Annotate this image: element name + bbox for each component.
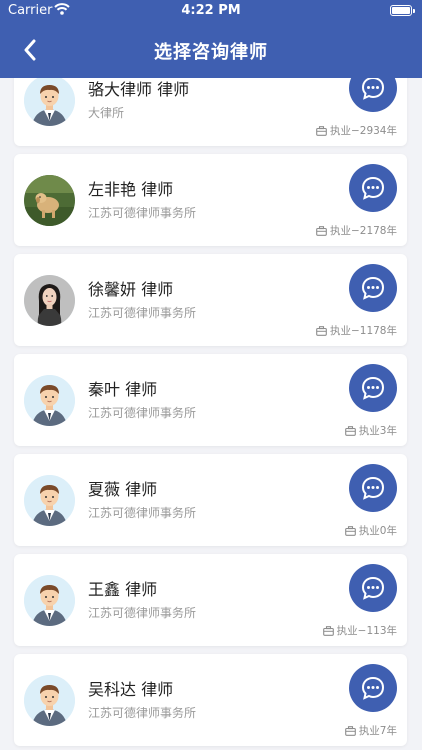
- practice-years: 执业0年: [344, 523, 397, 538]
- lawyer-firm: 大律所: [88, 106, 125, 120]
- lawyer-name: 秦叶 律师: [88, 380, 158, 399]
- lawyer-firm: 江苏可德律师事务所: [88, 406, 197, 420]
- practice-years-label: 执业0年: [358, 525, 397, 537]
- page-title: 选择咨询律师: [154, 42, 268, 63]
- lawyer-firm: 江苏可德律师事务所: [88, 706, 197, 720]
- lawyer-avatar: [24, 575, 75, 626]
- lawyer-avatar: [24, 78, 75, 126]
- chat-button[interactable]: [349, 564, 397, 612]
- chat-bubble-icon: [361, 576, 385, 600]
- lawyer-list[interactable]: 骆大律师 律师 大律所 执业−2934年 左非艳 律师 江苏可德律师事务所 执业…: [0, 78, 422, 750]
- lawyer-firm: 江苏可德律师事务所: [88, 206, 197, 220]
- chat-button[interactable]: [349, 464, 397, 512]
- practice-years-label: 执业−2178年: [329, 225, 397, 237]
- lawyer-firm: 江苏可德律师事务所: [88, 306, 197, 320]
- practice-years: 执业−1178年: [316, 323, 397, 338]
- lawyer-card[interactable]: 夏薇 律师 江苏可德律师事务所 执业0年: [14, 454, 407, 546]
- nav-bar: 选择咨询律师: [0, 22, 422, 78]
- photo-woman-icon: [24, 275, 75, 326]
- chat-button[interactable]: [349, 78, 397, 112]
- lawyer-avatar: [24, 375, 75, 426]
- lawyer-firm: 江苏可德律师事务所: [88, 506, 197, 520]
- cartoon-lawyer-icon: [24, 78, 75, 126]
- lawyer-name: 左非艳 律师: [88, 180, 174, 199]
- briefcase-icon: [316, 225, 327, 236]
- practice-years-label: 执业−1178年: [329, 325, 397, 337]
- lawyer-card[interactable]: 左非艳 律师 江苏可德律师事务所 执业−2178年: [14, 154, 407, 246]
- practice-years: 执业7年: [344, 723, 397, 738]
- chat-button[interactable]: [349, 664, 397, 712]
- chat-bubble-icon: [361, 78, 385, 100]
- lawyer-firm: 江苏可德律师事务所: [88, 606, 197, 620]
- practice-years-label: 执业−113年: [336, 625, 397, 637]
- lawyer-name: 吴科达 律师: [88, 680, 174, 699]
- lawyer-name: 徐馨妍 律师: [88, 280, 174, 299]
- practice-years: 执业−2934年: [316, 123, 397, 138]
- cartoon-lawyer-icon: [24, 575, 75, 626]
- lawyer-card[interactable]: 徐馨妍 律师 江苏可德律师事务所 执业−1178年: [14, 254, 407, 346]
- chat-bubble-icon: [361, 176, 385, 200]
- briefcase-icon: [344, 525, 356, 536]
- lawyer-avatar: [24, 275, 75, 326]
- chat-bubble-icon: [361, 476, 385, 500]
- practice-years: 执业−113年: [322, 623, 397, 638]
- clock: 4:22 PM: [181, 3, 241, 18]
- chat-bubble-icon: [361, 676, 385, 700]
- briefcase-icon: [344, 725, 356, 736]
- lawyer-avatar: [24, 675, 75, 726]
- cartoon-lawyer-icon: [24, 475, 75, 526]
- chat-button[interactable]: [349, 364, 397, 412]
- battery-icon: [390, 5, 415, 16]
- photo-dog-grass-icon: [24, 175, 75, 226]
- chat-button[interactable]: [349, 164, 397, 212]
- lawyer-card[interactable]: 吴科达 律师 江苏可德律师事务所 执业7年: [14, 654, 407, 746]
- lawyer-card[interactable]: 王鑫 律师 江苏可德律师事务所 执业−113年: [14, 554, 407, 646]
- lawyer-card[interactable]: 秦叶 律师 江苏可德律师事务所 执业3年: [14, 354, 407, 446]
- cartoon-lawyer-icon: [24, 375, 75, 426]
- chat-button[interactable]: [349, 264, 397, 312]
- lawyer-card[interactable]: 骆大律师 律师 大律所 执业−2934年: [14, 78, 407, 146]
- lawyer-avatar: [24, 475, 75, 526]
- chat-bubble-icon: [361, 276, 385, 300]
- practice-years: 执业3年: [344, 423, 397, 438]
- briefcase-icon: [344, 425, 356, 436]
- briefcase-icon: [316, 325, 327, 336]
- practice-years-label: 执业7年: [358, 725, 397, 737]
- lawyer-avatar: [24, 175, 75, 226]
- practice-years-label: 执业3年: [358, 425, 397, 437]
- status-bar: Carrier 4:22 PM: [0, 0, 422, 22]
- practice-years: 执业−2178年: [316, 223, 397, 238]
- briefcase-icon: [316, 125, 327, 136]
- lawyer-name: 夏薇 律师: [88, 480, 158, 499]
- briefcase-icon: [322, 625, 334, 636]
- cartoon-lawyer-icon: [24, 675, 75, 726]
- lawyer-name: 骆大律师 律师: [88, 80, 190, 99]
- lawyer-name: 王鑫 律师: [88, 580, 158, 599]
- practice-years-label: 执业−2934年: [329, 125, 397, 137]
- chat-bubble-icon: [361, 376, 385, 400]
